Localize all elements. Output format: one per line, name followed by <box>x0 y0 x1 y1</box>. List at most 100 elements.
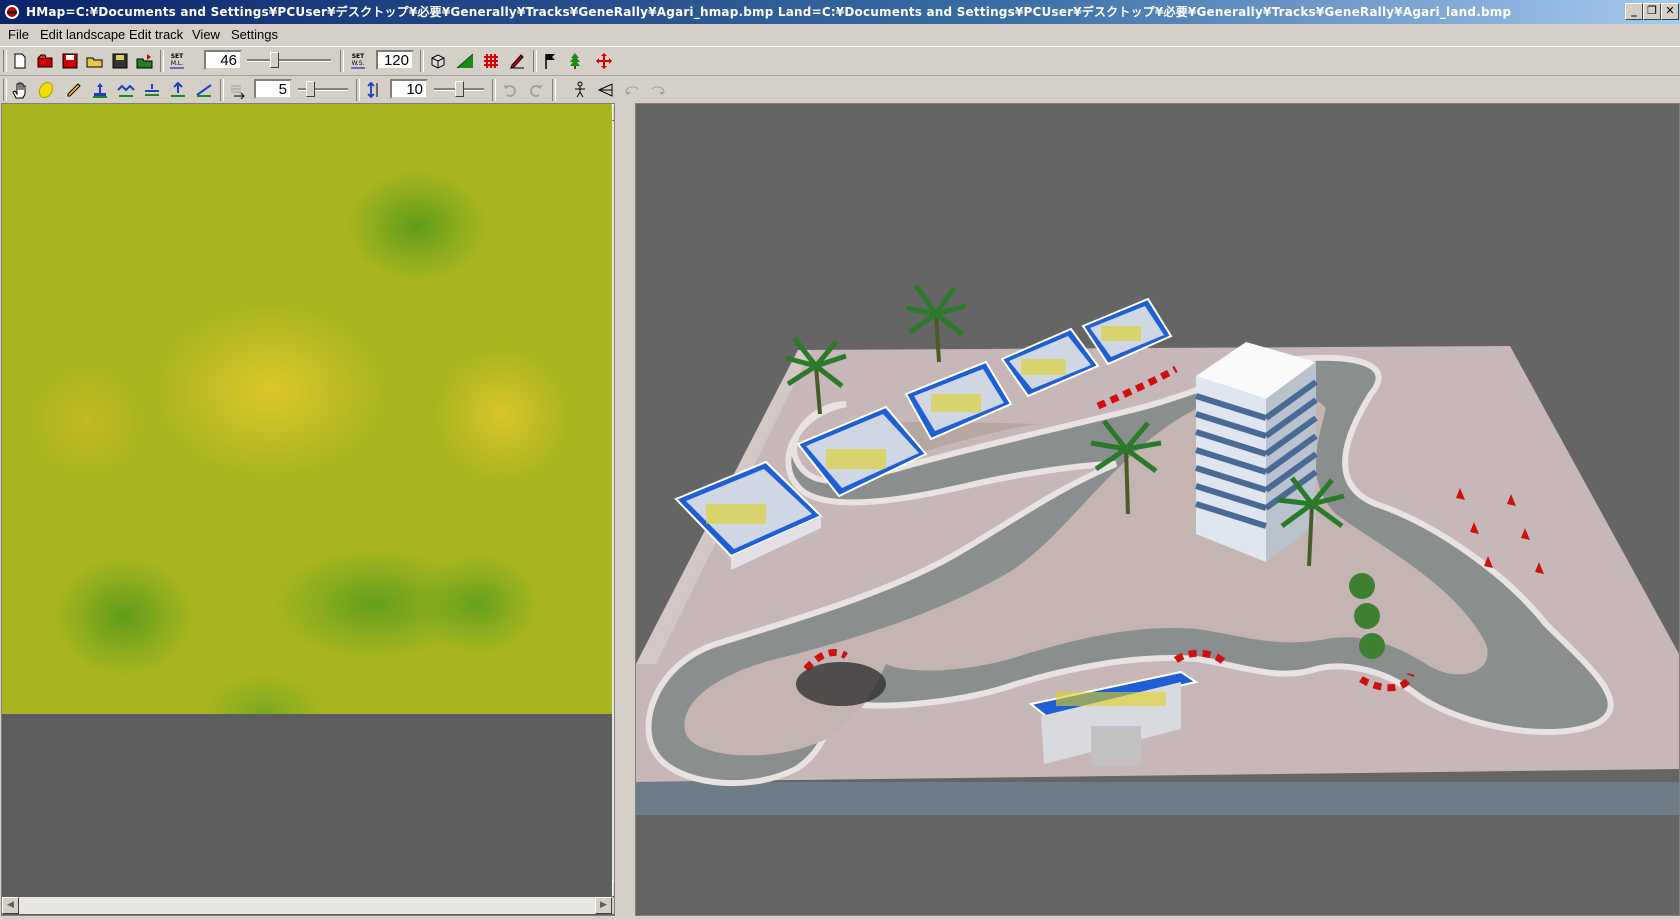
smooth-brush-icon <box>38 81 54 99</box>
raise-button[interactable] <box>88 78 112 102</box>
toolbar-grip <box>3 79 7 101</box>
minimize-button[interactable]: _ <box>1625 3 1643 20</box>
redo-button[interactable] <box>524 78 548 102</box>
tree-icon <box>570 53 580 69</box>
terrain-view-icon <box>456 53 474 69</box>
pen-icon <box>510 54 524 69</box>
set-ws-icon: SETW.S. <box>351 53 365 69</box>
camera-icon <box>597 83 613 97</box>
height-button[interactable] <box>362 78 386 102</box>
level-icon <box>171 81 185 97</box>
menu-edit-landscape[interactable]: Edit landscape <box>40 27 125 42</box>
flatten-button[interactable] <box>140 78 164 102</box>
grid-icon <box>484 54 498 68</box>
tree-button[interactable] <box>563 49 587 73</box>
set-ws-input[interactable] <box>376 50 414 70</box>
3d-preview-viewport[interactable] <box>635 103 1680 916</box>
undo-button[interactable] <box>498 78 522 102</box>
move-button[interactable] <box>592 49 616 73</box>
open-folder-button[interactable] <box>83 49 107 73</box>
set-ml-input[interactable] <box>204 50 242 70</box>
set-ml-button[interactable]: SET M.L. <box>165 49 189 73</box>
vertical-scrollbar[interactable]: ▲ ▼ <box>612 104 614 897</box>
export-button[interactable] <box>133 49 157 73</box>
rotate-right-icon <box>651 86 665 95</box>
3d-object-button[interactable] <box>426 49 450 73</box>
save-icon <box>62 53 78 69</box>
menu-edit-track[interactable]: Edit track <box>129 27 183 42</box>
toolbar-separator <box>340 50 344 72</box>
scrollbar-corner <box>612 897 614 914</box>
slider-thumb[interactable] <box>270 52 279 68</box>
toolbar-separator <box>492 79 496 101</box>
toolbar-separator <box>420 50 424 72</box>
smooth-brush-button[interactable] <box>34 78 58 102</box>
toolbar-separator <box>220 79 224 101</box>
lower-button[interactable] <box>114 78 138 102</box>
redo-icon <box>530 85 543 97</box>
person-button[interactable] <box>568 78 592 102</box>
pen-button[interactable] <box>505 49 529 73</box>
undo-icon <box>503 85 516 97</box>
brush-size-button[interactable] <box>226 78 250 102</box>
menu-file[interactable]: File <box>8 27 29 42</box>
hand-button[interactable] <box>8 78 32 102</box>
slider-thumb[interactable] <box>455 81 464 97</box>
brush-height-input[interactable] <box>390 79 428 99</box>
scroll-left-button[interactable]: ◀ <box>2 897 19 914</box>
slider-track <box>247 59 331 62</box>
save-as-button[interactable] <box>108 49 132 73</box>
slope-icon <box>196 84 212 97</box>
open-folder-icon <box>86 57 103 68</box>
menu-view[interactable]: View <box>192 27 220 42</box>
heightmap-canvas[interactable] <box>2 104 612 714</box>
person-icon <box>575 81 585 98</box>
toolbar-separator <box>160 50 164 72</box>
scroll-down-button[interactable]: ▼ <box>612 880 614 897</box>
menu-settings[interactable]: Settings <box>231 27 278 42</box>
grid-button[interactable] <box>479 49 503 73</box>
set-ws-button[interactable]: SET W.S. <box>346 49 370 73</box>
toolbar-grip <box>3 50 7 72</box>
toolbar-separator <box>533 50 537 72</box>
rotate-right-button[interactable] <box>646 78 670 102</box>
svg-text:M.L.: M.L. <box>171 60 183 67</box>
brush-size-slider[interactable] <box>298 81 348 97</box>
toolbar-main: SETM.L. SETW.S. <box>0 47 1680 76</box>
brush-size-icon <box>231 85 245 100</box>
terrain-view-button[interactable] <box>453 49 477 73</box>
scroll-up-button[interactable]: ▲ <box>612 104 614 121</box>
set-ml-slider[interactable] <box>247 52 331 68</box>
horizontal-scrollbar[interactable]: ◀ ▶ <box>2 897 612 914</box>
rotate-left-button[interactable] <box>620 78 644 102</box>
pencil-button[interactable] <box>62 78 86 102</box>
generally-app-icon <box>5 5 19 19</box>
save-as-icon <box>112 53 128 69</box>
new-button[interactable] <box>8 49 32 73</box>
toolbar-edit <box>0 76 1680 104</box>
level-button[interactable] <box>166 78 190 102</box>
slider-thumb[interactable] <box>306 81 315 97</box>
office-building <box>1195 342 1318 562</box>
camera-button[interactable] <box>594 78 618 102</box>
close-button[interactable]: ✕ <box>1661 3 1679 20</box>
restore-button[interactable]: ❐ <box>1643 3 1661 20</box>
menu-bar: File Edit landscape Edit track View Sett… <box>0 24 1680 47</box>
save-button[interactable] <box>58 49 82 73</box>
move-icon <box>596 53 612 69</box>
brush-size-input[interactable] <box>254 79 292 99</box>
scroll-right-button[interactable]: ▶ <box>595 897 612 914</box>
hand-icon <box>12 82 26 99</box>
flag-button[interactable] <box>538 49 562 73</box>
svg-text:W.S.: W.S. <box>352 60 365 67</box>
new-icon <box>14 53 26 69</box>
height-icon <box>367 81 378 99</box>
raise-icon <box>93 83 107 98</box>
export-icon <box>136 54 153 69</box>
toolbar-separator <box>356 79 360 101</box>
brush-height-slider[interactable] <box>434 81 484 97</box>
heightmap-panel: ▲ ▼ ◀ ▶ <box>1 103 615 916</box>
pencil-icon <box>67 83 81 97</box>
open-button[interactable] <box>33 49 57 73</box>
slope-button[interactable] <box>192 78 216 102</box>
